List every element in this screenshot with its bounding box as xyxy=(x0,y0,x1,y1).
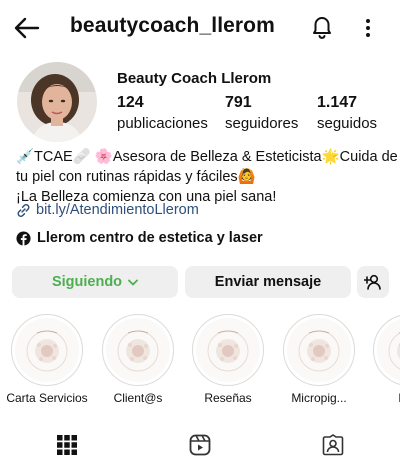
posts-count-value: 124 xyxy=(117,94,144,111)
profile-display-name: Beauty Coach Llerom xyxy=(117,70,272,87)
followers-count[interactable]: 791 seguidores xyxy=(225,94,298,132)
facebook-icon xyxy=(16,230,31,246)
link-icon xyxy=(17,203,30,217)
vertical-dots-icon xyxy=(366,19,370,37)
posts-count-label: publicaciones xyxy=(117,115,208,132)
add-user-icon xyxy=(364,274,381,290)
highlight-label: Micropig... xyxy=(291,391,347,405)
highlight-thumbnail xyxy=(298,330,340,372)
more-options-button[interactable] xyxy=(356,14,380,42)
highlight-label: Client@s xyxy=(113,391,163,405)
grid-icon xyxy=(57,435,77,455)
profile-bio: 💉TCAE🩹 🌸Asesora de Belleza & Esteticista… xyxy=(16,147,398,207)
notifications-button[interactable] xyxy=(309,13,335,41)
send-message-label: Enviar mensaje xyxy=(214,274,322,290)
following-count-label: seguidos xyxy=(317,115,378,132)
highlight-cover xyxy=(102,314,174,386)
highlight-cover xyxy=(192,314,264,386)
back-button[interactable] xyxy=(12,14,42,42)
send-message-button[interactable]: Enviar mensaje xyxy=(185,266,351,298)
tab-tagged[interactable] xyxy=(318,431,348,459)
tab-grid[interactable] xyxy=(52,431,82,459)
arrow-left-icon xyxy=(14,17,40,39)
facebook-page-name: Llerom centro de estetica y laser xyxy=(37,230,263,246)
suggested-users-button[interactable] xyxy=(357,266,389,298)
chevron-down-icon xyxy=(128,279,138,285)
posts-count[interactable]: 124 publicaciones xyxy=(117,94,208,132)
highlight-label: Reseñas xyxy=(204,391,252,405)
bell-icon xyxy=(313,17,331,39)
highlight-thumbnail xyxy=(207,330,249,372)
top-bar: beautycoach_llerom xyxy=(0,0,400,56)
highlight-item[interactable]: Carta Servicios xyxy=(6,314,88,405)
highlight-cover xyxy=(283,314,355,386)
facebook-page-link[interactable]: Llerom centro de estetica y laser xyxy=(16,230,263,246)
highlight-thumbnail xyxy=(117,330,159,372)
highlight-cover xyxy=(11,314,83,386)
following-count[interactable]: 1.147 seguidos xyxy=(317,94,377,132)
highlight-label: Carta Servicios xyxy=(6,391,88,405)
profile-link-text: bit.ly/AtendimientoLlerom xyxy=(36,202,199,218)
following-button[interactable]: Siguiendo xyxy=(12,266,178,298)
highlight-item[interactable]: Nov xyxy=(368,314,400,405)
story-highlights: Carta Servicios Client@s Reseñas Micropi… xyxy=(0,314,400,409)
highlight-thumbnail xyxy=(26,330,68,372)
profile-link[interactable]: bit.ly/AtendimientoLlerom xyxy=(16,202,199,218)
bio-line: tu piel con rutinas rápidas y fáciles🙆 xyxy=(16,169,256,185)
highlight-thumbnail xyxy=(388,332,400,370)
profile-tabs xyxy=(0,425,400,465)
highlight-item[interactable]: Client@s xyxy=(97,314,179,405)
reels-icon xyxy=(189,434,211,456)
tagged-user-icon xyxy=(322,434,344,456)
highlight-item[interactable]: Reseñas xyxy=(187,314,269,405)
bio-line: 💉TCAE🩹 🌸Asesora de Belleza & Esteticista… xyxy=(16,149,398,165)
highlight-cover xyxy=(373,314,400,386)
tab-reels[interactable] xyxy=(185,431,215,459)
highlight-item[interactable]: Micropig... xyxy=(278,314,360,405)
following-button-label: Siguiendo xyxy=(51,274,123,290)
avatar-photo xyxy=(17,62,97,142)
followers-count-label: seguidores xyxy=(225,115,299,132)
highlight-label: Nov xyxy=(368,391,400,405)
following-count-value: 1.147 xyxy=(317,94,358,111)
profile-username: beautycoach_llerom xyxy=(70,14,275,37)
followers-count-value: 791 xyxy=(225,94,252,111)
profile-avatar[interactable] xyxy=(17,62,97,142)
